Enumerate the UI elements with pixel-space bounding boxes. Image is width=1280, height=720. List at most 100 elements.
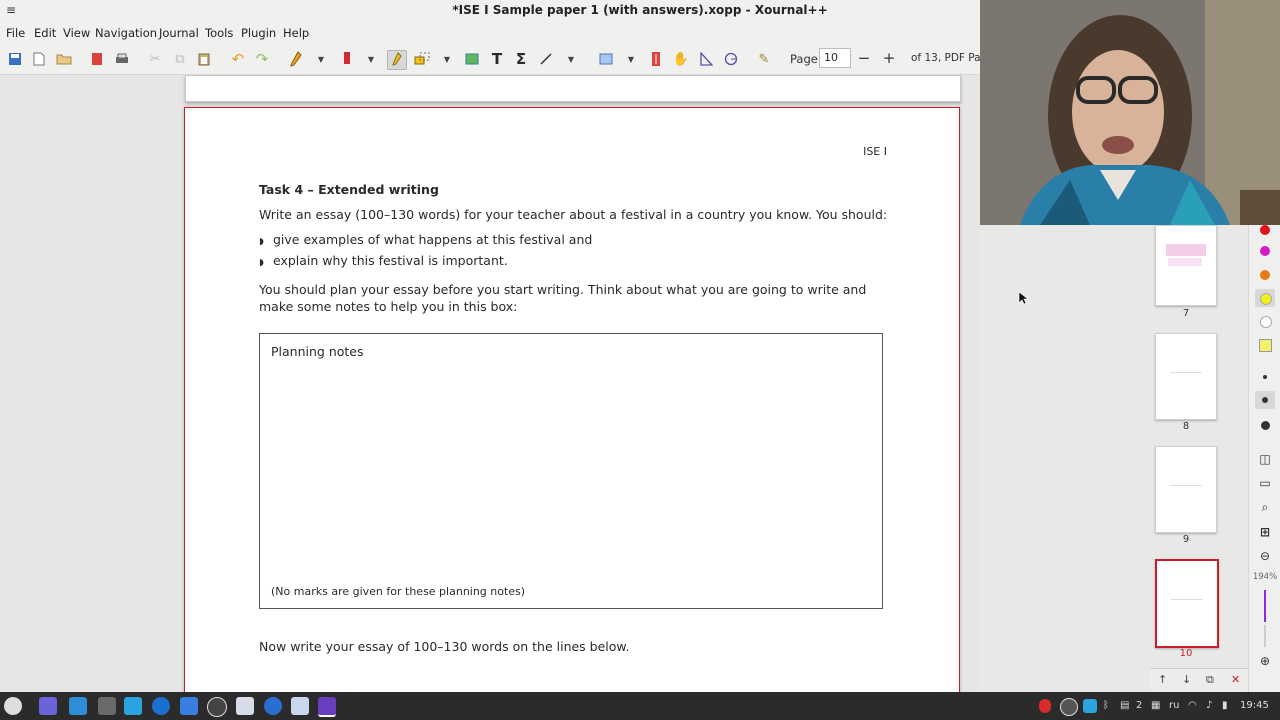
eraser-dropdown-icon[interactable]: ▼: [366, 50, 376, 68]
notes-footer: (No marks are given for these planning n…: [271, 585, 526, 598]
presentation-icon[interactable]: ▭: [1257, 475, 1273, 491]
copy-icon[interactable]: ⧉: [171, 50, 189, 68]
webcam-overlay: [980, 0, 1280, 225]
battery-icon[interactable]: ▮: [1222, 700, 1228, 711]
line-tool-icon[interactable]: [537, 50, 555, 68]
size-medium-icon[interactable]: [1262, 397, 1268, 403]
move-page-up-icon[interactable]: ↑: [1158, 673, 1167, 686]
sidebar-nav: ↑ ↓ ⧉ ✕: [1150, 668, 1248, 693]
menu-tools[interactable]: Tools: [205, 26, 233, 40]
image-icon[interactable]: [463, 50, 481, 68]
print-icon[interactable]: [113, 50, 131, 68]
bullet-item: ◗ explain why this festival is important…: [259, 253, 508, 268]
clipboard-icon[interactable]: ▤: [1120, 700, 1129, 711]
latex-tool-icon[interactable]: Σ: [512, 50, 530, 68]
obs-app-icon[interactable]: [207, 697, 227, 717]
zoom-slider-track[interactable]: [1264, 625, 1266, 647]
page-increment-button[interactable]: +: [879, 50, 899, 68]
workspace-indicator[interactable]: 2: [1136, 700, 1142, 711]
color-dropdown-icon[interactable]: ▼: [626, 50, 636, 68]
size-fine-icon[interactable]: [1263, 375, 1267, 379]
paste-icon[interactable]: [195, 50, 213, 68]
color-red-swatch[interactable]: [1260, 225, 1270, 235]
select-region-icon[interactable]: [413, 50, 431, 68]
files-app-icon[interactable]: [39, 697, 57, 715]
delete-page-icon[interactable]: ✕: [1231, 673, 1240, 686]
color-magenta-swatch[interactable]: [1260, 246, 1270, 256]
current-page[interactable]: ISE I Task 4 – Extended writing Write an…: [184, 107, 960, 692]
page-decrement-button[interactable]: −: [854, 50, 874, 68]
telegram-app-icon[interactable]: [124, 697, 142, 715]
telegram-tray-icon[interactable]: [1083, 699, 1097, 713]
menu-journal[interactable]: Journal: [159, 26, 199, 40]
app-icon[interactable]: [236, 697, 254, 715]
obs-tray-icon[interactable]: [1060, 698, 1078, 716]
page-thumbnail-8[interactable]: [1155, 333, 1217, 420]
zoom-fit-icon[interactable]: ⌕: [1257, 499, 1273, 515]
vertical-space-icon[interactable]: [647, 50, 665, 68]
zoom-out-icon[interactable]: ⊖: [1257, 548, 1273, 564]
page-number-input[interactable]: 10: [819, 48, 851, 68]
zoom-slider-fill[interactable]: [1264, 590, 1266, 622]
menu-navigation[interactable]: Navigation: [95, 26, 157, 40]
move-page-down-icon[interactable]: ↓: [1182, 673, 1191, 686]
undo-icon[interactable]: ↶: [229, 50, 247, 68]
shape-dropdown-icon[interactable]: ▼: [566, 50, 576, 68]
menu-help[interactable]: Help: [283, 26, 309, 40]
thumbnail-label-9: 9: [1182, 534, 1190, 545]
plugin-tool-icon[interactable]: ✎: [755, 50, 773, 68]
vscode-app-icon[interactable]: [69, 697, 87, 715]
page-thumbnail-9[interactable]: [1155, 446, 1217, 533]
export-pdf-icon[interactable]: [88, 50, 106, 68]
color-orange-swatch[interactable]: [1260, 270, 1270, 280]
page-thumbnail-7[interactable]: [1155, 225, 1217, 306]
notes-tray-icon[interactable]: ▦: [1151, 700, 1160, 711]
setsquare-icon[interactable]: [697, 50, 715, 68]
cut-icon[interactable]: ✂: [146, 50, 164, 68]
launcher-icon[interactable]: [4, 697, 22, 715]
fill-color-swatch[interactable]: [1259, 339, 1272, 352]
antivirus-tray-icon[interactable]: [1039, 699, 1051, 713]
highlighter-icon[interactable]: [387, 50, 407, 70]
app-icon[interactable]: [291, 697, 309, 715]
document-canvas[interactable]: ISE I Task 4 – Extended writing Write an…: [0, 75, 1150, 692]
eraser-icon[interactable]: [338, 50, 356, 68]
open-folder-icon[interactable]: [55, 50, 73, 68]
keyboard-layout[interactable]: ru: [1169, 700, 1179, 711]
hand-tool-icon[interactable]: ✋: [672, 50, 690, 68]
size-thick-icon[interactable]: [1261, 421, 1270, 430]
pen-dropdown-icon[interactable]: ▼: [316, 50, 326, 68]
select-dropdown-icon[interactable]: ▼: [442, 50, 452, 68]
notes-heading: Planning notes: [271, 344, 364, 359]
new-document-icon[interactable]: [30, 50, 48, 68]
color-rect-icon[interactable]: [597, 50, 615, 68]
menu-view[interactable]: View: [63, 26, 90, 40]
page-thumbnail-10[interactable]: [1155, 559, 1219, 648]
app-icon[interactable]: [98, 697, 116, 715]
menu-plugin[interactable]: Plugin: [241, 26, 276, 40]
volume-icon[interactable]: ♪: [1206, 700, 1212, 711]
app-icon[interactable]: [180, 697, 198, 715]
app-icon[interactable]: [264, 697, 282, 715]
zoom-100-icon[interactable]: ⊞: [1257, 524, 1273, 540]
menu-edit[interactable]: Edit: [34, 26, 56, 40]
copy-page-icon[interactable]: ⧉: [1206, 673, 1214, 687]
color-yellow-swatch[interactable]: [1260, 293, 1272, 305]
two-pages-icon[interactable]: ◫: [1257, 451, 1273, 467]
xournal-app-icon[interactable]: [318, 697, 336, 717]
compass-icon[interactable]: [722, 50, 740, 68]
pen-icon[interactable]: [287, 50, 305, 68]
text-tool-icon[interactable]: T: [488, 50, 506, 68]
save-icon[interactable]: [6, 50, 24, 68]
write-prompt: Now write your essay of 100–130 words on…: [259, 639, 630, 654]
previous-page: [185, 75, 961, 102]
menu-file[interactable]: File: [6, 26, 25, 40]
clock: 19:45: [1240, 700, 1269, 711]
wifi-icon[interactable]: ◠: [1188, 700, 1197, 711]
bluetooth-icon[interactable]: ᛒ: [1103, 700, 1109, 711]
task-instruction: Write an essay (100–130 words) for your …: [259, 207, 888, 222]
browser-app-icon[interactable]: [152, 697, 170, 715]
color-white-swatch[interactable]: [1260, 316, 1272, 328]
redo-icon[interactable]: ↷: [253, 50, 271, 68]
zoom-in-icon[interactable]: ⊕: [1257, 653, 1273, 669]
